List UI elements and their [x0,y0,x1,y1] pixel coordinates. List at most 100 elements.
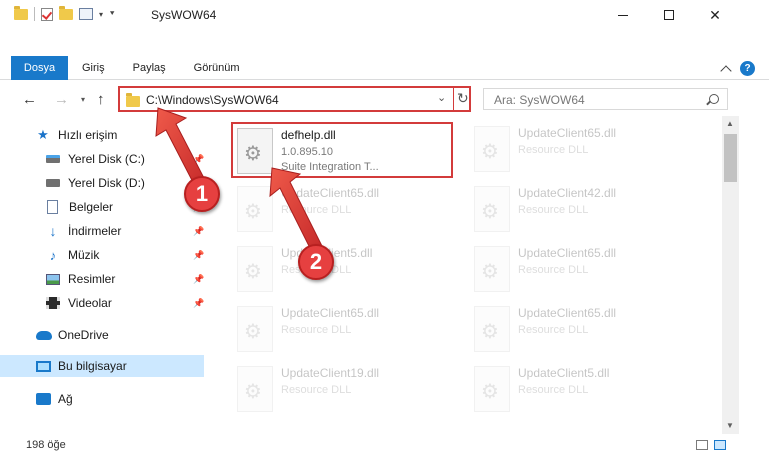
cloud-icon [36,330,52,340]
file-description: Resource DLL [281,384,352,396]
pin-icon[interactable]: 📌 [193,298,204,309]
sidebar-item-documents[interactable]: Belgeler [46,196,204,218]
pin-icon[interactable]: 📌 [193,250,204,261]
list-item[interactable]: UpdateClient5.dll Resource DLL [470,362,692,418]
sidebar-item-downloads[interactable]: ↓ İndirmeler [46,220,204,242]
help-icon[interactable]: ? [740,61,755,76]
maximize-button[interactable] [646,0,692,30]
list-item[interactable]: UpdateClient65.dll Resource DLL [470,302,692,358]
address-row: ← → ▾ ↑ C:\Windows\SysWOW64 ⌄ ↻ Ara: Sys… [0,82,769,116]
sidebar-item-pictures[interactable]: Resimler [46,268,204,290]
scroll-up-icon[interactable]: ▲ [726,119,734,128]
network-icon [36,393,51,405]
tab-share[interactable]: Paylaş [119,56,180,80]
status-bar: 198 öğe [0,434,769,456]
file-name: defhelp.dll [281,128,336,142]
file-list: defhelp.dll 1.0.895.10 Suite Integration… [210,116,722,434]
address-bar[interactable]: C:\Windows\SysWOW64 ⌄ ↻ [118,86,471,112]
file-description: Resource DLL [518,324,589,336]
folder-icon[interactable] [14,5,28,20]
minimize-button[interactable] [600,0,646,30]
pictures-icon [46,273,60,285]
sidebar-item-disk-d[interactable]: Yerel Disk (D:) [46,172,204,194]
tiles-view-icon[interactable] [714,440,726,450]
tab-home[interactable]: Giriş [68,56,119,80]
videos-icon [46,297,60,309]
callout-step-2: 2 [298,244,334,280]
details-view-icon[interactable] [696,440,708,450]
sidebar-item-onedrive[interactable]: OneDrive [36,324,204,346]
sidebar-item-videos[interactable]: Videolar [46,292,204,314]
file-item-defhelp[interactable]: defhelp.dll 1.0.895.10 Suite Integration… [231,122,453,178]
ribbon-controls: ? [720,61,755,77]
sidebar-item-label: Videolar [68,296,112,310]
refresh-icon[interactable]: ↻ [457,90,469,107]
up-arrow-icon[interactable]: ↑ [97,91,105,108]
dll-file-icon [237,128,273,174]
address-path[interactable]: C:\Windows\SysWOW64 [146,93,279,107]
file-description: Resource DLL [518,204,589,216]
vertical-scrollbar[interactable]: ▲ ▼ [722,116,739,434]
pin-icon[interactable]: 📌 [193,274,204,285]
file-description: Resource DLL [518,144,589,156]
toolbar-separator [34,7,35,21]
pin-icon[interactable]: 📌 [193,226,204,237]
back-arrow-icon[interactable]: ← [22,91,37,108]
sidebar-item-label: Bu bilgisayar [58,359,127,373]
search-placeholder: Ara: SysWOW64 [494,93,585,107]
document-icon [47,200,58,214]
list-item[interactable]: UpdateClient65.dll Resource DLL [470,242,692,298]
chevron-down-icon[interactable]: ▾ [99,10,103,19]
search-icon[interactable] [709,94,719,104]
sidebar-item-label: Müzik [68,248,100,262]
dll-file-icon [474,306,510,352]
tab-file[interactable]: Dosya [11,56,68,80]
pin-icon[interactable]: 📌 [193,154,204,165]
close-button[interactable]: ✕ [692,0,738,30]
maximize-icon [664,10,674,20]
file-name: UpdateClient65.dll [281,306,380,320]
file-version: 1.0.895.10 [281,146,333,158]
chevron-down-icon[interactable]: ⌄ [437,91,446,104]
scrollbar-thumb[interactable] [724,134,737,182]
list-item[interactable]: UpdateClient65.dll Resource DLL [233,182,455,238]
list-item[interactable]: UpdateClient5.dll Resource DLL [233,242,455,298]
file-description: Suite Integration T... [281,161,379,173]
properties-check-icon[interactable] [41,7,53,21]
sidebar-item-music[interactable]: ♪ Müzik [46,244,204,266]
customize-toolbar-icon[interactable]: ⯆ [109,9,115,19]
scroll-down-icon[interactable]: ▼ [726,421,734,430]
forward-arrow-icon[interactable]: → [54,91,69,108]
list-item[interactable]: UpdateClient19.dll Resource DLL [233,362,455,418]
sidebar-item-this-pc[interactable]: Bu bilgisayar [0,355,204,377]
address-divider [453,88,454,110]
dll-file-icon [474,366,510,412]
window-title: SysWOW64 [151,8,217,22]
dll-file-icon [237,366,273,412]
sidebar-item-label: İndirmeler [68,224,122,238]
folder-icon [126,93,140,107]
list-item[interactable]: UpdateClient65.dll Resource DLL [233,302,455,358]
sidebar-item-label: Yerel Disk (D:) [68,176,145,190]
tab-view[interactable]: Görünüm [180,56,254,80]
file-name: UpdateClient65.dll [281,186,380,200]
recent-locations-icon[interactable]: ▾ [81,95,85,104]
list-item[interactable]: UpdateClient42.dll Resource DLL [470,182,692,238]
sidebar-item-network[interactable]: Ağ [36,388,204,410]
dll-file-icon [237,306,273,352]
dll-file-icon [474,126,510,172]
view-properties-icon[interactable] [79,8,93,20]
list-item[interactable]: UpdateClient65.dll Resource DLL [470,122,692,178]
search-input[interactable]: Ara: SysWOW64 [483,88,728,110]
sidebar-item-label: Belgeler [69,200,114,214]
star-icon: ★ [37,127,49,142]
file-name: UpdateClient65.dll [518,126,617,140]
sidebar-item-disk-c[interactable]: Yerel Disk (C:) [46,148,204,170]
file-name: UpdateClient65.dll [518,306,617,320]
file-name: UpdateClient19.dll [281,366,380,380]
expand-ribbon-icon[interactable] [720,64,732,77]
ribbon-tabs: Dosya Giriş Paylaş Görünüm [0,56,254,80]
new-folder-icon[interactable] [59,5,73,20]
file-name: UpdateClient65.dll [518,246,617,260]
dll-file-icon [237,246,273,292]
